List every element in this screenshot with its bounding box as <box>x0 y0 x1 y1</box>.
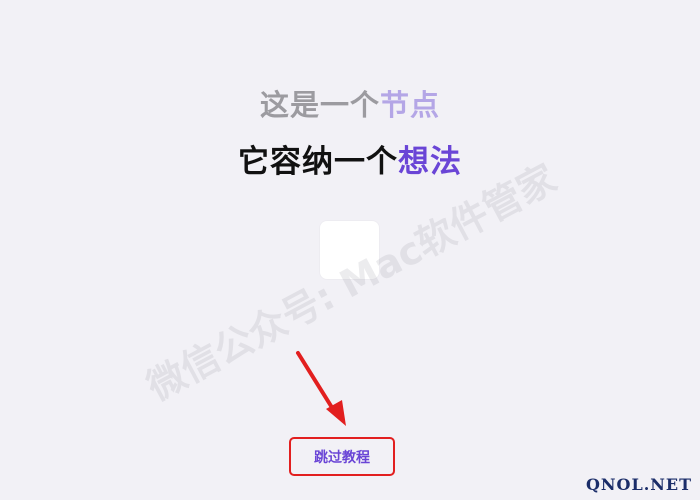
skip-tutorial-button[interactable]: 跳过教程 <box>291 439 393 474</box>
watermark-overlay: 微信公众号: Mac软件管家 <box>139 156 564 410</box>
headline-1-accent: 节点 <box>380 88 441 122</box>
headline-2-accent: 想法 <box>398 144 462 180</box>
skip-highlight-box: 跳过教程 <box>289 437 395 476</box>
demo-node-card[interactable] <box>320 221 379 279</box>
headline-line-2: 它容纳一个想法 <box>0 136 700 181</box>
app-window: 这是一个节点 它容纳一个想法 微信公众号: Mac软件管家 跳过教程 QNOL.… <box>0 0 700 500</box>
headline-1-prefix: 这是一个 <box>259 88 380 122</box>
site-watermark: QNOL.NET <box>585 475 692 494</box>
headline-2-prefix: 它容纳一个 <box>238 144 398 180</box>
headline-line-1: 这是一个节点 <box>0 82 700 124</box>
